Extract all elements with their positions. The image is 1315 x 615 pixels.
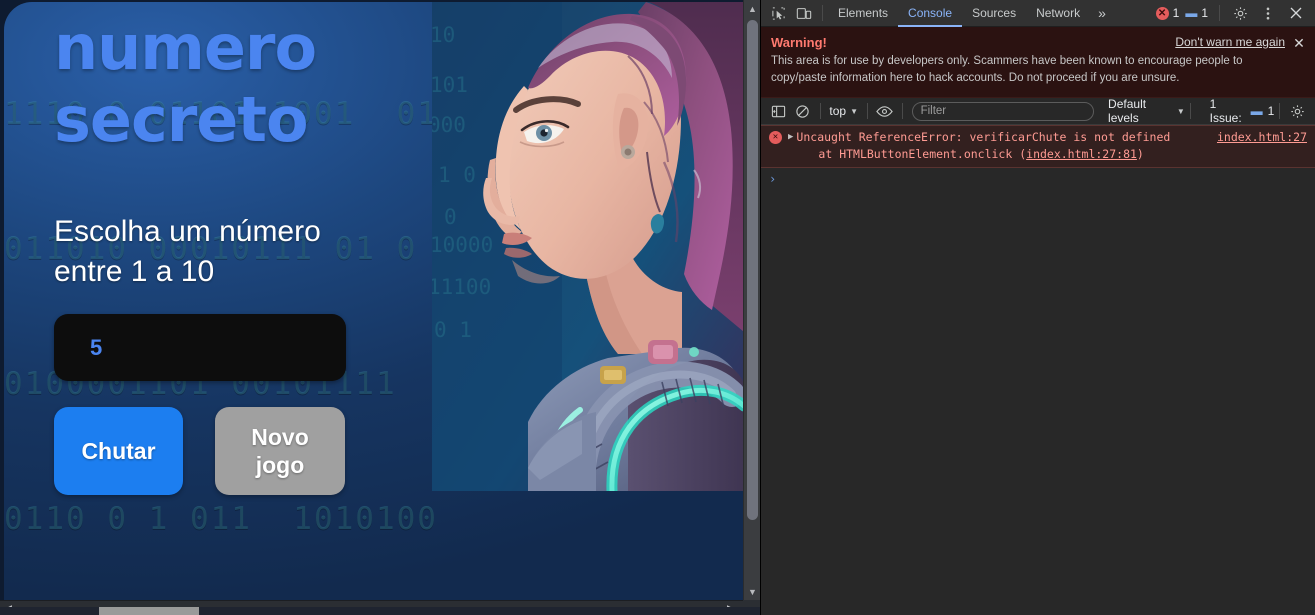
novo-jogo-button[interactable]: Novo jogo <box>215 407 345 495</box>
error-stack-suffix: ) <box>1136 147 1144 161</box>
page-title: numero secreto <box>54 12 484 156</box>
console-sidebar-icon[interactable] <box>767 99 791 123</box>
live-expression-icon[interactable] <box>873 99 897 123</box>
chutar-button[interactable]: Chutar <box>54 407 183 495</box>
clear-console-icon[interactable] <box>791 99 815 123</box>
expand-arrow-icon[interactable]: ▶ <box>788 132 793 163</box>
action-buttons: Chutar Novo jogo <box>54 407 484 495</box>
devtools-topbar: Elements Console Sources Network » ✕ 1 ▬… <box>761 0 1315 27</box>
toolbar-divider-2 <box>1219 5 1220 21</box>
close-icon[interactable] <box>1283 1 1309 25</box>
execution-context-selector[interactable]: top ▼ <box>825 104 862 118</box>
page-vertical-scrollbar[interactable]: ▲ ▼ <box>743 0 760 600</box>
more-tabs-icon[interactable]: » <box>1090 5 1114 21</box>
guess-input[interactable] <box>54 314 346 381</box>
prompt-chevron-icon: › <box>769 172 777 186</box>
execution-context-label: top <box>829 104 847 118</box>
console-toolbar: top ▼ Default levels ▼ 1 Issue: ▬ 1 <box>761 97 1315 125</box>
console-error-message[interactable]: ✕ ▶ Uncaught ReferenceError: verificarCh… <box>761 125 1315 168</box>
message-icon: ▬ <box>1185 6 1198 20</box>
tab-elements[interactable]: Elements <box>828 0 898 27</box>
gear-icon[interactable] <box>1227 1 1253 25</box>
console-input-prompt[interactable]: › <box>761 168 1315 190</box>
game-container: 1110 0 01101 1001 010 011 011010 0001011… <box>4 2 743 600</box>
error-text-line1: Uncaught ReferenceError: verificarChute … <box>796 130 1171 144</box>
browser-page-pane: 1110 0 01101 1001 010 011 011010 0001011… <box>0 0 760 615</box>
console-toolbar-divider-5 <box>1279 103 1281 119</box>
error-badge[interactable]: ✕ 1 <box>1155 6 1180 20</box>
console-settings-icon[interactable] <box>1285 99 1309 123</box>
os-taskbar-strip <box>0 607 760 615</box>
console-toolbar-divider-4 <box>1189 103 1191 119</box>
page-title-line2: secreto <box>54 83 309 156</box>
error-source-link[interactable]: index.html:27 <box>1217 130 1307 144</box>
error-count: 1 <box>1172 6 1180 20</box>
message-badge[interactable]: ▬ 1 <box>1185 6 1208 20</box>
scroll-up-icon[interactable]: ▲ <box>744 0 760 17</box>
warning-body: This area is for use by developers only.… <box>771 55 1243 84</box>
instructions-text: Escolha um número entre 1 a 10 <box>54 215 321 288</box>
scroll-down-icon[interactable]: ▼ <box>744 583 760 600</box>
tab-sources[interactable]: Sources <box>962 0 1026 27</box>
devtools-panel: Elements Console Sources Network » ✕ 1 ▬… <box>760 0 1315 615</box>
console-toolbar-divider-3 <box>901 103 903 119</box>
error-text: Uncaught ReferenceError: verificarChute … <box>796 129 1170 163</box>
error-icon: ✕ <box>1155 6 1169 20</box>
toolbar-divider <box>822 5 823 21</box>
device-toolbar-icon[interactable] <box>791 1 817 25</box>
error-stack-line: at HTMLButtonElement.onclick (index.html… <box>796 146 1170 163</box>
chevron-down-icon: ▼ <box>850 106 859 116</box>
chevron-down-icon-levels: ▼ <box>1176 106 1185 116</box>
inspect-element-icon[interactable] <box>765 1 791 25</box>
log-levels-label: Default levels <box>1108 97 1147 125</box>
page-viewport: 1110 0 01101 1001 010 011 011010 0001011… <box>0 0 743 600</box>
taskbar-active-item[interactable] <box>99 607 199 615</box>
log-levels-selector[interactable]: Default levels ▼ <box>1108 97 1185 125</box>
issues-indicator[interactable]: 1 Issue: ▬ 1 <box>1210 97 1275 125</box>
issues-message-icon: ▬ <box>1250 104 1263 118</box>
vertical-scroll-thumb[interactable] <box>747 20 758 520</box>
screen: 1110 0 01101 1001 010 011 011010 0001011… <box>0 0 1315 615</box>
page-title-line1: numero <box>54 11 317 84</box>
error-icon-small: ✕ <box>769 131 782 144</box>
console-toolbar-divider <box>819 103 821 119</box>
tab-network[interactable]: Network <box>1026 0 1090 27</box>
tab-console[interactable]: Console <box>898 0 963 27</box>
message-count: 1 <box>1201 6 1208 20</box>
console-toolbar-divider-2 <box>867 103 868 119</box>
error-stack-link[interactable]: index.html:27:81 <box>1026 147 1137 161</box>
error-stack-prefix: at HTMLButtonElement.onclick ( <box>818 147 1027 161</box>
devtools-self-xss-warning: Warning! This area is for use by develop… <box>761 27 1315 98</box>
devtools-topbar-actions: ✕ 1 ▬ 1 <box>1155 1 1311 25</box>
console-filter-input[interactable] <box>911 101 1095 121</box>
console-output: ✕ ▶ Uncaught ReferenceError: verificarCh… <box>761 125 1315 615</box>
dont-warn-me-again-link[interactable]: Don't warn me again <box>1175 35 1285 49</box>
binary-row: 0110 0 1 011 1010100 <box>4 501 438 537</box>
warning-close-icon[interactable]: ✕ <box>1291 35 1307 51</box>
issues-label: 1 Issue: <box>1209 97 1242 125</box>
game-content: numero secreto Escolha um número entre 1… <box>54 2 484 495</box>
issues-count: 1 <box>1267 104 1275 118</box>
devtools-tabs: Elements Console Sources Network » <box>828 0 1114 27</box>
kebab-menu-icon[interactable] <box>1255 1 1281 25</box>
